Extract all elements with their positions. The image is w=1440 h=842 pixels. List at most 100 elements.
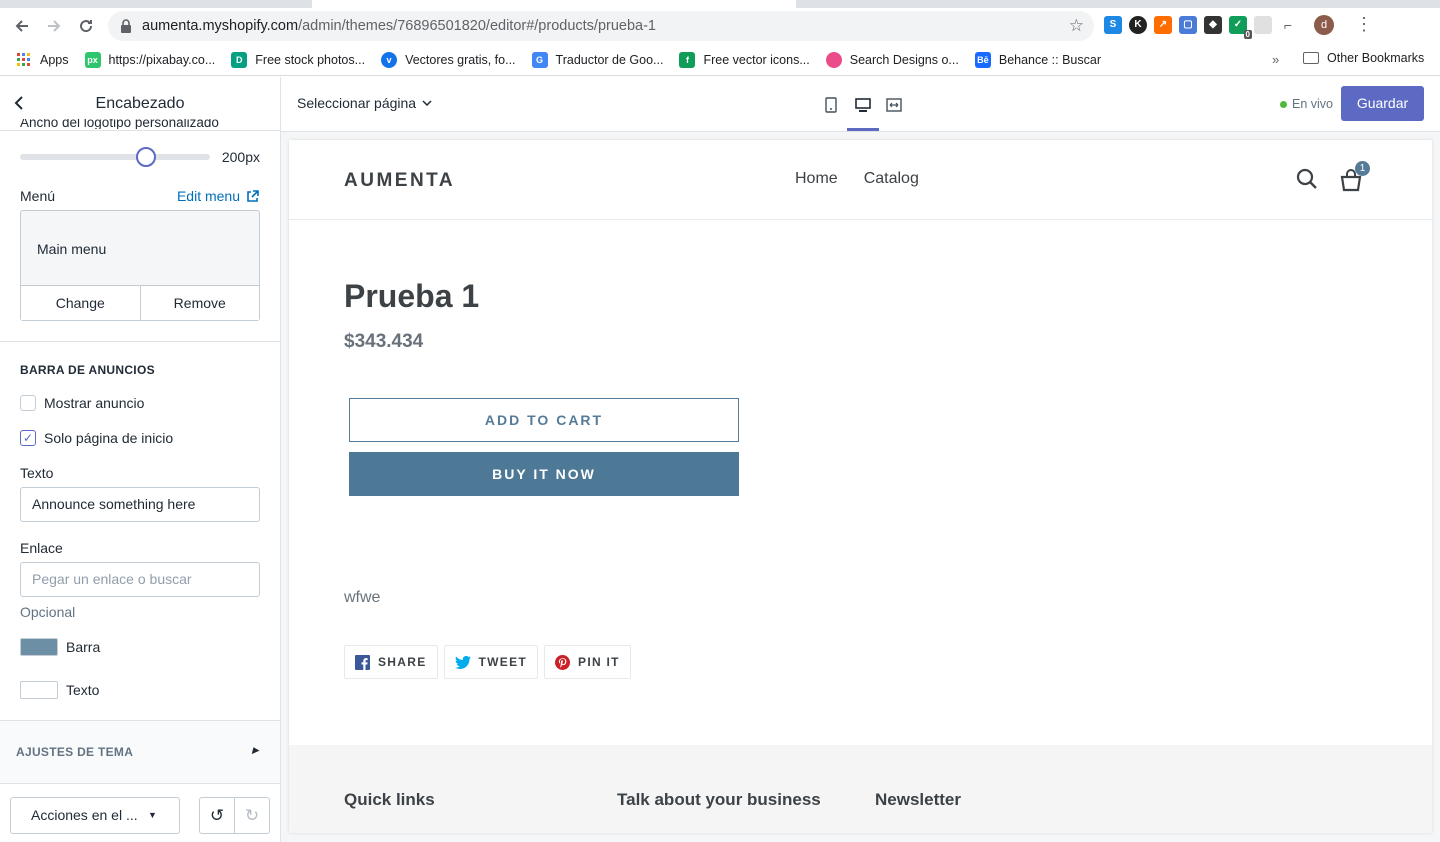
store-logo[interactable]: AUMENTA (344, 170, 455, 192)
browser-menu-icon[interactable]: ⋮ (1355, 14, 1373, 35)
buy-now-button[interactable]: BUY IT NOW (349, 452, 739, 496)
show-announcement-checkbox[interactable]: Mostrar anuncio (20, 395, 144, 411)
optional-hint: Opcional (20, 604, 76, 620)
bookmarks-bar: Apps px https://pixabay.co... D Free sto… (0, 44, 1440, 76)
bookmark-label: Vectores gratis, fo... (405, 52, 516, 67)
undo-icon[interactable]: ↺ (200, 798, 234, 833)
pexels-icon: D (231, 51, 248, 68)
apps-grid-icon (16, 52, 32, 68)
footer-quick-links-heading: Quick links (344, 790, 435, 809)
page-select-dropdown[interactable]: Seleccionar página (297, 95, 432, 111)
bookmark-apps[interactable]: Apps (16, 52, 69, 68)
folder-icon (1303, 52, 1319, 64)
extensions: S K ↗ ▢ ◆ ✓ 0 ⌐ d ⋮ (1104, 14, 1373, 39)
flaticon-icon: f (679, 51, 696, 68)
twitter-share-button[interactable]: TWEET (443, 645, 539, 679)
footer-business-heading: Talk about your business (617, 790, 821, 809)
slider-track[interactable] (20, 154, 210, 160)
checkbox-label: Solo página de inicio (44, 430, 174, 446)
home-only-checkbox[interactable]: ✓ Solo página de inicio (20, 430, 173, 446)
bookmark-label: Behance :: Buscar (998, 52, 1102, 67)
bar-color-swatch[interactable] (20, 638, 58, 656)
pin-label: PIN IT (578, 655, 620, 669)
extension-shield-icon[interactable]: ◆ (1204, 15, 1222, 34)
google-translate-icon: G (531, 51, 548, 68)
announcement-text-input[interactable]: Announce something here (20, 487, 260, 522)
nav-catalog-link[interactable]: Catalog (864, 170, 919, 188)
desktop-view-icon[interactable] (854, 96, 872, 114)
store-footer: Quick links Talk about your business New… (289, 745, 1432, 833)
caret-right-icon: ▶ (252, 745, 259, 755)
back-chevron-icon[interactable] (14, 94, 24, 115)
product-description: wfwe (344, 589, 381, 606)
extension-chart-icon[interactable]: ↗ (1154, 15, 1172, 34)
save-button[interactable]: Guardar (1341, 86, 1424, 121)
remove-menu-button[interactable]: Remove (139, 286, 260, 320)
more-bookmarks-icon[interactable]: » (1272, 52, 1279, 67)
bookmark-star-icon[interactable]: ☆ (1069, 16, 1084, 36)
pinterest-icon (555, 654, 571, 670)
bookmark-label: Free stock photos... (255, 52, 366, 67)
bookmark-dribbble[interactable]: Search Designs o... (825, 51, 959, 68)
bookmark-label: Traductor de Goo... (555, 52, 664, 67)
slider-handle[interactable] (135, 147, 156, 167)
extension-grid-icon[interactable] (1254, 15, 1272, 34)
active-tab[interactable] (312, 0, 796, 8)
bookmark-stock-photos[interactable]: D Free stock photos... (231, 51, 366, 68)
dribbble-icon (825, 51, 842, 68)
forward-icon[interactable] (38, 10, 70, 42)
add-to-cart-button[interactable]: ADD TO CART (349, 398, 739, 442)
checkbox-checked-icon[interactable]: ✓ (20, 430, 36, 446)
extension-pin-icon[interactable]: ⌐ (1279, 15, 1297, 34)
extension-check-icon[interactable]: ✓ 0 (1229, 15, 1252, 39)
address-bar[interactable]: aumenta.myshopify.com/admin/themes/76896… (108, 11, 1094, 41)
facebook-share-button[interactable]: SHARE (344, 645, 438, 679)
bookmark-label: Free vector icons... (703, 52, 810, 67)
twitter-icon (454, 655, 471, 669)
actions-label: Acciones en el ... (31, 807, 138, 823)
edit-menu-link[interactable]: Edit menu (177, 188, 259, 204)
pinterest-share-button[interactable]: PIN IT (544, 645, 631, 679)
bookmark-vectores[interactable]: v Vectores gratis, fo... (381, 51, 516, 68)
store-nav: Home Catalog (795, 170, 919, 188)
back-icon[interactable] (6, 10, 38, 42)
announcement-link-input[interactable]: Pegar un enlace o buscar (20, 562, 260, 597)
logo-width-label: Ancho del logotipo personalizado (20, 119, 219, 129)
slider-value: 200px (221, 149, 260, 165)
nav-home-link[interactable]: Home (795, 170, 838, 188)
fullscreen-view-icon[interactable] (885, 96, 903, 114)
product-title: Prueba 1 (344, 278, 480, 314)
selected-menu-name: Main menu (37, 241, 107, 257)
mobile-view-icon[interactable] (822, 96, 840, 114)
checkbox-unchecked-icon[interactable] (20, 395, 36, 411)
color-label: Texto (66, 682, 100, 698)
bookmark-behance[interactable]: Bē Behance :: Buscar (974, 51, 1102, 68)
bar-color-picker[interactable]: Barra (20, 638, 100, 656)
text-color-picker[interactable]: Texto (20, 681, 99, 699)
change-menu-button[interactable]: Change (21, 286, 140, 320)
browser-toolbar: aumenta.myshopify.com/admin/themes/76896… (0, 8, 1440, 44)
bookmark-vector-icons[interactable]: f Free vector icons... (679, 51, 810, 68)
footer-newsletter-heading: Newsletter (875, 790, 961, 809)
product-price: $343.434 (344, 331, 424, 352)
reload-icon[interactable] (70, 10, 102, 42)
extension-window-icon[interactable]: ▢ (1179, 15, 1197, 34)
menu-label: Menú (20, 188, 56, 204)
redo-icon[interactable]: ↻ (234, 798, 269, 833)
profile-avatar[interactable]: d (1314, 14, 1334, 35)
text-color-swatch[interactable] (20, 681, 58, 699)
settings-sidebar: Encabezado Ancho del logotipo personaliz… (0, 77, 281, 842)
actions-dropdown[interactable]: Acciones en el ... ▼ (10, 797, 180, 834)
bookmark-traductor[interactable]: G Traductor de Goo... (531, 51, 664, 68)
theme-settings-row[interactable]: AJUSTES DE TEMA ▶ (0, 720, 280, 784)
social-share-row: SHARE TWEET PIN IT (344, 645, 631, 679)
url-path: /admin/themes/76896501820/editor#/produc… (298, 18, 656, 34)
logo-width-slider[interactable]: 200px (20, 147, 260, 167)
live-dot-icon (1280, 100, 1287, 108)
extension-s-icon[interactable]: S (1104, 15, 1122, 34)
extension-k-icon[interactable]: K (1129, 15, 1147, 34)
search-icon[interactable] (1296, 168, 1318, 190)
store-header: AUMENTA Home Catalog 1 (289, 140, 1432, 220)
bookmark-pixabay[interactable]: px https://pixabay.co... (84, 51, 215, 68)
other-bookmarks[interactable]: Other Bookmarks (1303, 51, 1424, 65)
